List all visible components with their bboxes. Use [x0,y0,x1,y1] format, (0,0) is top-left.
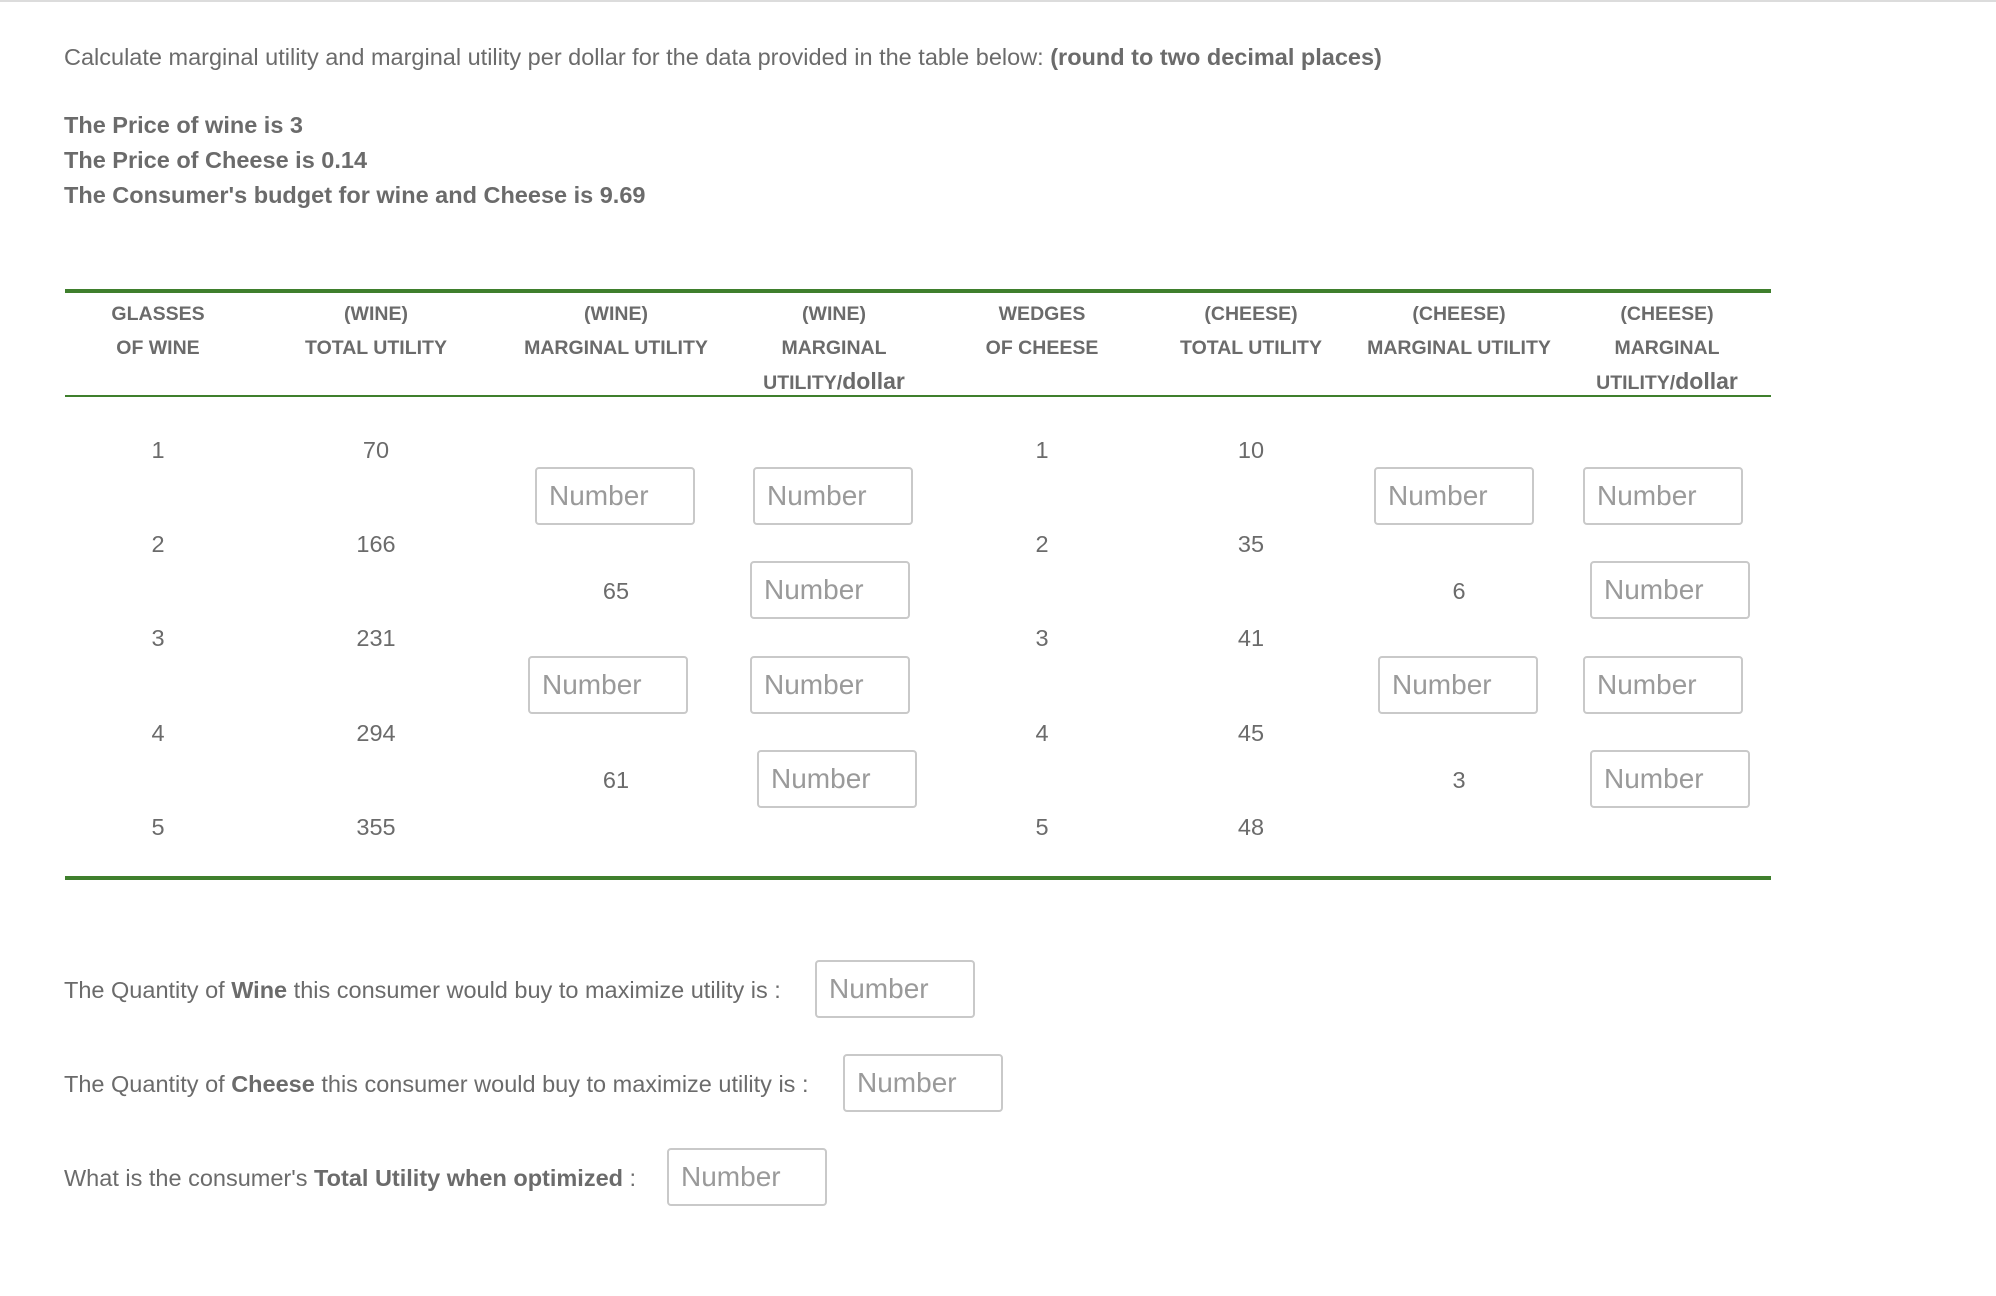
cheese-mu-input-row1[interactable] [1374,467,1534,525]
wine-mu-per-dollar-input-row3[interactable] [750,656,910,714]
table-bottom-rule [65,876,1771,880]
table-top-rule [65,289,1771,293]
instruction-main: Calculate marginal utility and marginal … [64,44,1051,70]
total-utility-answer-input[interactable] [667,1148,827,1206]
wine-mu-given-row2: 65 [602,578,630,604]
cheese-total-utility-cell: 41 [1237,625,1265,651]
cheese-mu-input-row3[interactable] [1378,656,1538,714]
cheese-qty-cell: 4 [1035,720,1049,746]
wine-total-utility-cell: 294 [356,720,396,746]
wine-total-utility-cell: 166 [356,531,396,557]
wine-qty-cell: 2 [151,531,165,557]
cheese-total-utility-cell: 35 [1237,531,1265,557]
question-total-utility: What is the consumer's Total Utility whe… [64,1165,637,1191]
wine-total-utility-cell: 70 [362,437,390,463]
cheese-qty-cell: 1 [1035,437,1049,463]
cheese-quantity-answer-input[interactable] [843,1054,1003,1112]
budget-info: The Consumer's budget for wine and Chees… [64,182,646,208]
wine-price-info: The Price of wine is 3 [64,112,303,138]
cheese-mu-per-dollar-input-row2[interactable] [1590,561,1750,619]
header-wine-mu-per-dollar: (WINE) MARGINAL UTILITY/dollar [763,303,905,394]
wine-total-utility-cell: 355 [356,814,396,840]
cheese-qty-cell: 3 [1035,625,1049,651]
table-header-rule [65,395,1771,397]
wine-mu-per-dollar-input-row1[interactable] [753,467,913,525]
wine-qty-cell: 5 [151,814,165,840]
cheese-total-utility-cell: 48 [1237,814,1265,840]
header-cheese-marginal-utility: (CHEESE) MARGINAL UTILITY [1367,303,1551,359]
cheese-total-utility-cell: 45 [1237,720,1265,746]
instruction-rounding-note: (round to two decimal places) [1050,44,1382,70]
cheese-mu-per-dollar-input-row1[interactable] [1583,467,1743,525]
instruction-text: Calculate marginal utility and marginal … [64,44,1382,71]
cheese-mu-per-dollar-input-row4[interactable] [1590,750,1750,808]
header-cheese-total-utility: (CHEESE) TOTAL UTILITY [1180,303,1322,359]
cheese-mu-given-row2: 6 [1452,578,1466,604]
wine-qty-cell: 1 [151,437,165,463]
header-wine-total-utility: (WINE) TOTAL UTILITY [305,303,447,359]
header-cheese-mu-per-dollar: (CHEESE) MARGINAL UTILITY/dollar [1596,303,1738,394]
wine-qty-cell: 3 [151,625,165,651]
wine-mu-per-dollar-input-row2[interactable] [750,561,910,619]
wine-mu-per-dollar-input-row4[interactable] [757,750,917,808]
header-wine-marginal-utility: (WINE) MARGINAL UTILITY [524,303,708,359]
wine-quantity-answer-input[interactable] [815,960,975,1018]
cheese-price-info: The Price of Cheese is 0.14 [64,147,368,173]
wine-total-utility-cell: 231 [356,625,396,651]
cheese-mu-per-dollar-input-row3[interactable] [1583,656,1743,714]
header-wedges-of-cheese: WEDGES OF CHEESE [985,303,1099,359]
question-cheese-quantity: The Quantity of Cheese this consumer wou… [64,1071,809,1097]
cheese-mu-given-row4: 3 [1452,767,1466,793]
wine-mu-input-row1[interactable] [535,467,695,525]
header-glasses-of-wine: GLASSES OF WINE [111,303,205,359]
cheese-qty-cell: 2 [1035,531,1049,557]
cheese-qty-cell: 5 [1035,814,1049,840]
wine-qty-cell: 4 [151,720,165,746]
wine-mu-input-row3[interactable] [528,656,688,714]
top-divider [0,0,1996,2]
wine-mu-given-row4: 61 [602,767,630,793]
question-wine-quantity: The Quantity of Wine this consumer would… [64,977,781,1003]
cheese-total-utility-cell: 10 [1237,437,1265,463]
